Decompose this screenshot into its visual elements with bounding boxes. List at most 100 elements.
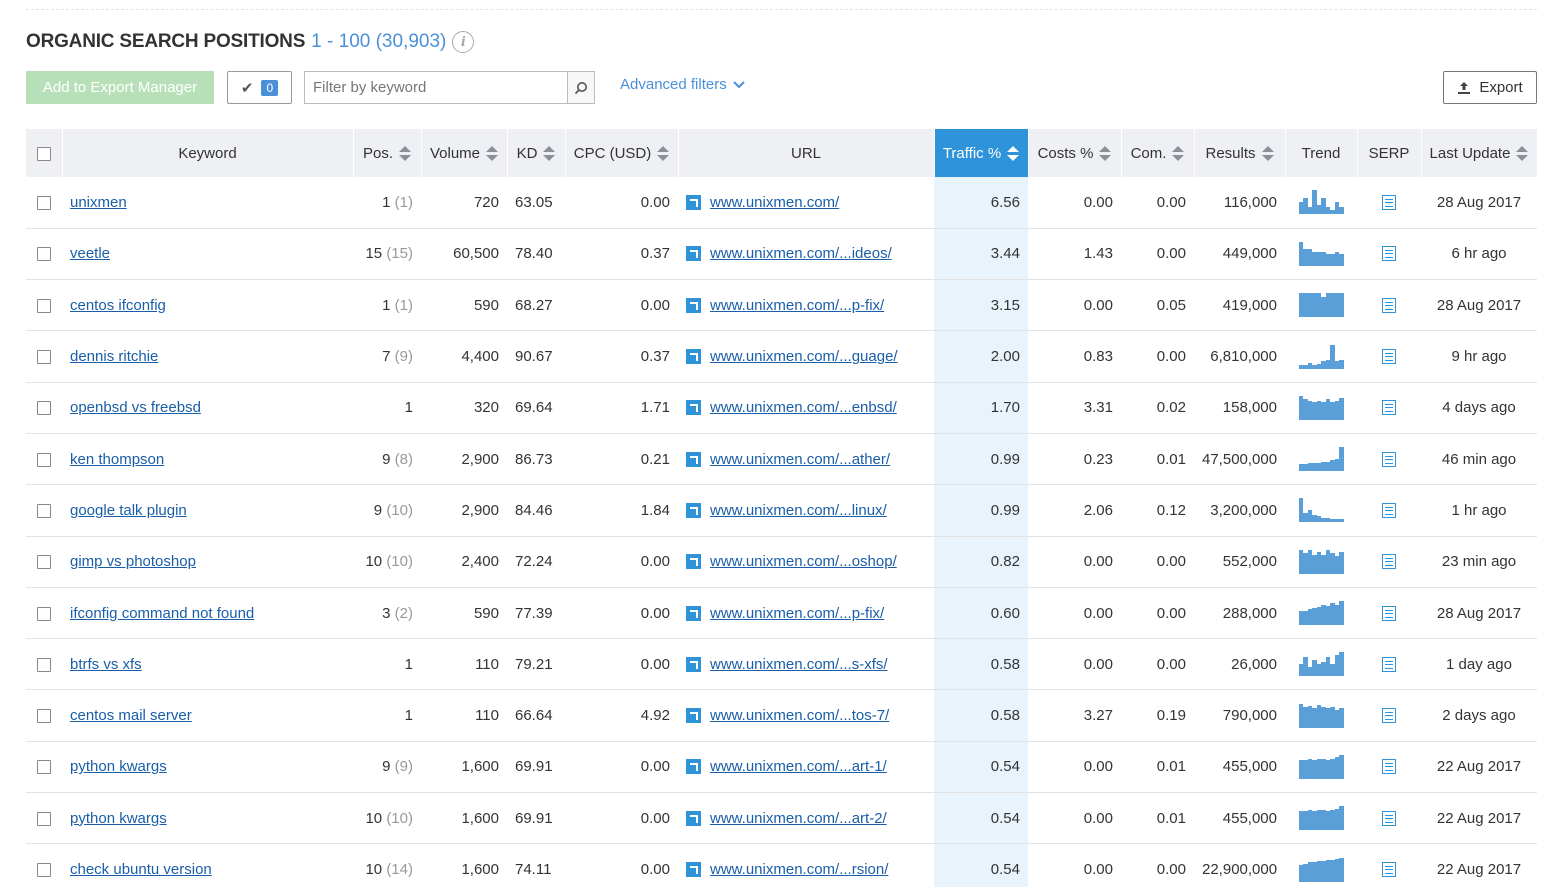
keyword-link[interactable]: btrfs vs xfs bbox=[70, 656, 142, 673]
row-checkbox[interactable] bbox=[37, 760, 51, 775]
volume-cell: 1,600 bbox=[421, 843, 507, 887]
external-link-icon[interactable] bbox=[686, 451, 701, 467]
external-link-icon[interactable] bbox=[686, 810, 701, 826]
table-row: veetle 15 (15) 60,500 78.40 0.37 www.uni… bbox=[26, 228, 1537, 281]
export-button[interactable]: Export bbox=[1443, 71, 1537, 104]
row-checkbox[interactable] bbox=[37, 350, 51, 365]
row-checkbox[interactable] bbox=[37, 452, 51, 467]
trend-sparkline bbox=[1298, 806, 1344, 831]
row-checkbox[interactable] bbox=[37, 606, 51, 621]
url-cell: www.unixmen.com/...art-2/ bbox=[678, 792, 934, 845]
keyword-link[interactable]: python kwargs bbox=[70, 758, 167, 775]
serp-icon[interactable] bbox=[1382, 451, 1396, 467]
serp-icon[interactable] bbox=[1382, 502, 1396, 518]
col-cpc[interactable]: CPC (USD) bbox=[565, 129, 679, 177]
external-link-icon[interactable] bbox=[686, 656, 701, 672]
url-link[interactable]: www.unixmen.com/...ather/ bbox=[710, 451, 890, 468]
serp-icon[interactable] bbox=[1382, 400, 1396, 416]
row-checkbox[interactable] bbox=[37, 811, 51, 826]
external-link-icon[interactable] bbox=[686, 349, 701, 365]
row-checkbox[interactable] bbox=[37, 298, 51, 313]
url-link[interactable]: www.unixmen.com/ bbox=[710, 194, 839, 211]
url-link[interactable]: www.unixmen.com/...p-fix/ bbox=[710, 297, 884, 314]
external-link-icon[interactable] bbox=[686, 400, 701, 416]
selected-rows-button[interactable]: ✔ 0 bbox=[227, 71, 292, 104]
row-checkbox[interactable] bbox=[37, 247, 51, 262]
row-select-cell bbox=[26, 587, 62, 640]
keyword-link[interactable]: centos ifconfig bbox=[70, 297, 166, 314]
col-pos[interactable]: Pos. bbox=[353, 129, 422, 177]
url-link[interactable]: www.unixmen.com/...p-fix/ bbox=[710, 605, 884, 622]
position-cell: 1 (1) bbox=[353, 177, 421, 229]
serp-icon[interactable] bbox=[1382, 246, 1396, 262]
cpc-cell: 1.71 bbox=[565, 382, 678, 434]
row-checkbox[interactable] bbox=[37, 709, 51, 724]
serp-icon[interactable] bbox=[1382, 656, 1396, 672]
row-checkbox[interactable] bbox=[37, 555, 51, 570]
external-link-icon[interactable] bbox=[686, 759, 701, 775]
row-select-cell bbox=[26, 433, 62, 486]
serp-icon[interactable] bbox=[1382, 759, 1396, 775]
serp-icon[interactable] bbox=[1382, 810, 1396, 826]
url-link[interactable]: www.unixmen.com/...rsion/ bbox=[710, 861, 888, 878]
external-link-icon[interactable] bbox=[686, 708, 701, 724]
external-link-icon[interactable] bbox=[686, 194, 701, 210]
row-select-cell bbox=[26, 382, 62, 434]
serp-icon[interactable] bbox=[1382, 349, 1396, 365]
keyword-link[interactable]: openbsd vs freebsd bbox=[70, 399, 201, 416]
col-costs[interactable]: Costs % bbox=[1028, 129, 1122, 177]
keyword-link[interactable]: ken thompson bbox=[70, 451, 164, 468]
row-checkbox[interactable] bbox=[37, 401, 51, 416]
keyword-link[interactable]: google talk plugin bbox=[70, 502, 187, 519]
sort-icon bbox=[1261, 145, 1274, 161]
keyword-link[interactable]: veetle bbox=[70, 245, 110, 262]
select-all-checkbox[interactable] bbox=[36, 146, 51, 161]
external-link-icon[interactable] bbox=[686, 862, 701, 877]
serp-icon[interactable] bbox=[1382, 554, 1396, 570]
keyword-link[interactable]: ifconfig command not found bbox=[70, 605, 254, 622]
external-link-icon[interactable] bbox=[686, 297, 701, 313]
serp-icon[interactable] bbox=[1382, 194, 1396, 210]
serp-icon[interactable] bbox=[1382, 605, 1396, 621]
col-last-update[interactable]: Last Update bbox=[1421, 129, 1538, 177]
costs-cell: 3.31 bbox=[1028, 382, 1121, 434]
keyword-link[interactable]: python kwargs bbox=[70, 810, 167, 827]
external-link-icon[interactable] bbox=[686, 605, 701, 621]
col-traffic[interactable]: Traffic % bbox=[934, 129, 1029, 177]
url-link[interactable]: www.unixmen.com/...ideos/ bbox=[710, 245, 892, 262]
url-link[interactable]: www.unixmen.com/...enbsd/ bbox=[710, 399, 897, 416]
col-results[interactable]: Results bbox=[1194, 129, 1286, 177]
url-link[interactable]: www.unixmen.com/...oshop/ bbox=[710, 553, 897, 570]
serp-icon[interactable] bbox=[1382, 708, 1396, 724]
external-link-icon[interactable] bbox=[686, 246, 701, 262]
keyword-link[interactable]: unixmen bbox=[70, 194, 127, 211]
row-checkbox[interactable] bbox=[37, 503, 51, 518]
col-kd[interactable]: KD bbox=[507, 129, 566, 177]
add-to-export-manager-button[interactable]: Add to Export Manager bbox=[26, 71, 214, 104]
col-com[interactable]: Com. bbox=[1121, 129, 1195, 177]
serp-icon[interactable] bbox=[1382, 862, 1396, 877]
info-icon[interactable]: i bbox=[452, 31, 475, 53]
url-link[interactable]: www.unixmen.com/...s-xfs/ bbox=[710, 656, 888, 673]
keyword-link[interactable]: check ubuntu version bbox=[70, 861, 212, 878]
url-link[interactable]: www.unixmen.com/...tos-7/ bbox=[710, 707, 889, 724]
keyword-link[interactable]: gimp vs photoshop bbox=[70, 553, 196, 570]
serp-icon[interactable] bbox=[1382, 297, 1396, 313]
row-checkbox[interactable] bbox=[37, 657, 51, 672]
keyword-link[interactable]: dennis ritchie bbox=[70, 348, 158, 365]
url-cell: www.unixmen.com/...p-fix/ bbox=[678, 279, 934, 332]
external-link-icon[interactable] bbox=[686, 554, 701, 570]
url-link[interactable]: www.unixmen.com/...art-2/ bbox=[710, 810, 887, 827]
url-link[interactable]: www.unixmen.com/...art-1/ bbox=[710, 758, 887, 775]
keyword-link[interactable]: centos mail server bbox=[70, 707, 192, 724]
advanced-filters-toggle[interactable]: Advanced filters bbox=[620, 76, 745, 93]
col-volume[interactable]: Volume bbox=[421, 129, 508, 177]
external-link-icon[interactable] bbox=[686, 502, 701, 518]
position-cell: 1 bbox=[353, 638, 421, 691]
url-link[interactable]: www.unixmen.com/...linux/ bbox=[710, 502, 887, 519]
search-button[interactable] bbox=[567, 72, 594, 103]
filter-keyword-input[interactable] bbox=[305, 72, 567, 103]
row-checkbox[interactable] bbox=[37, 863, 51, 878]
row-checkbox[interactable] bbox=[37, 195, 51, 210]
url-link[interactable]: www.unixmen.com/...guage/ bbox=[710, 348, 898, 365]
